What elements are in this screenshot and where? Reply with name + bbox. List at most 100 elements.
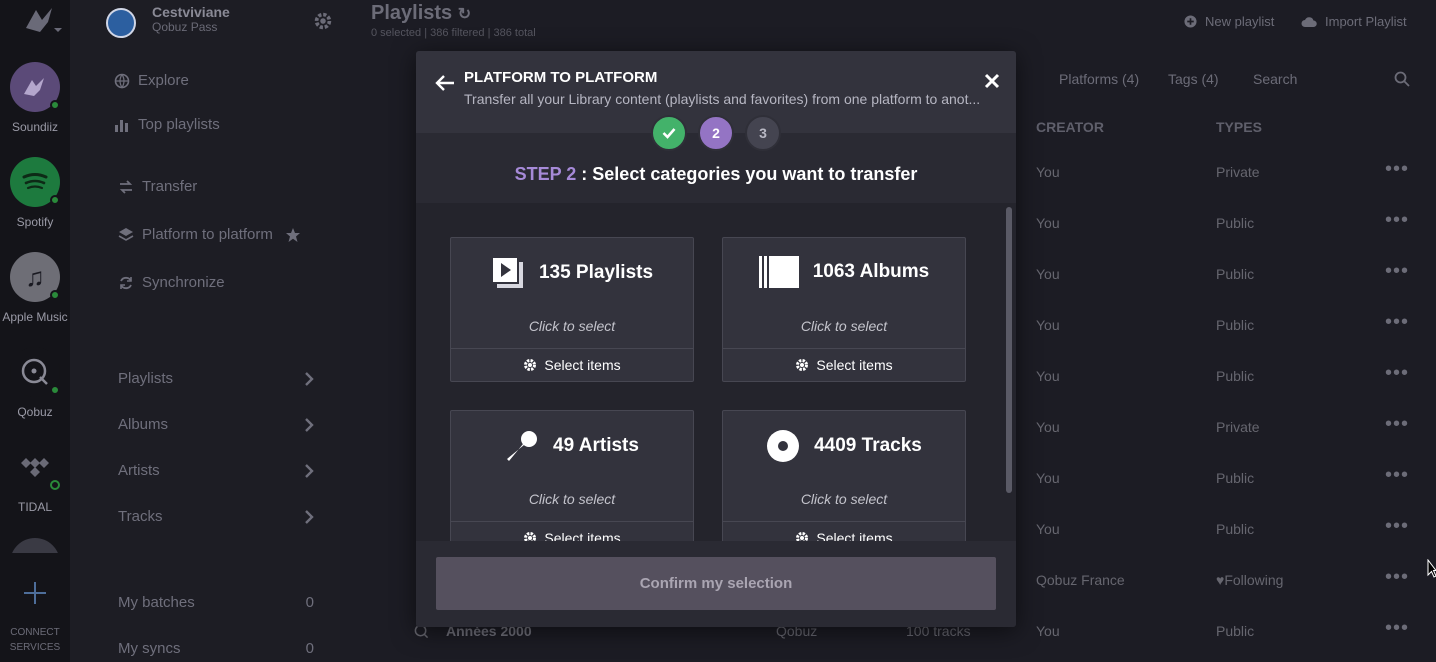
new-playlist-button[interactable]: New playlist <box>1184 14 1274 29</box>
more-options-icon[interactable]: ••• <box>1385 209 1409 232</box>
nav-synchronize[interactable]: Synchronize <box>118 274 225 291</box>
select-items-button[interactable]: Select items <box>451 348 693 381</box>
more-options-icon[interactable]: ••• <box>1385 566 1409 589</box>
nav-explore[interactable]: Explore <box>114 72 189 89</box>
card-hint: Click to select <box>800 491 888 507</box>
more-options-icon[interactable]: ••• <box>1385 362 1409 385</box>
import-playlist-button[interactable]: Import Playlist <box>1301 14 1407 29</box>
select-items-button[interactable]: Select items <box>723 521 965 541</box>
nav-top-playlists[interactable]: Top playlists <box>114 116 220 133</box>
transfer-icon <box>119 179 133 194</box>
nav-platform-to-platform[interactable]: Platform to platform <box>118 226 309 243</box>
category-card-albums[interactable]: 1063 Albums Click to select Select items <box>722 237 966 382</box>
platform-tidal[interactable]: TIDAL <box>0 442 70 514</box>
plus-circle-icon <box>1184 15 1197 28</box>
back-arrow-icon[interactable] <box>434 73 456 93</box>
album-icon <box>758 256 799 288</box>
platform-label: Apple Music <box>2 310 68 324</box>
row-creator: Qobuz France <box>1036 572 1125 588</box>
row-type: Public <box>1216 215 1255 231</box>
row-type: Private <box>1216 164 1260 180</box>
more-options-icon[interactable]: ••• <box>1385 311 1409 334</box>
nav-label: Explore <box>138 72 189 89</box>
soundiiz-logo-icon[interactable] <box>22 6 62 36</box>
more-options-icon[interactable]: ••• <box>1385 260 1409 283</box>
category-card-tracks[interactable]: 4409 Tracks Click to select Select items <box>722 410 966 541</box>
chevron-right-icon <box>305 463 314 478</box>
tidal-icon <box>10 442 60 492</box>
column-header-creator[interactable]: CREATOR <box>1036 119 1104 135</box>
count-badge: 0 <box>305 640 314 657</box>
disc-icon <box>767 430 800 462</box>
connect-services-button[interactable]: CONNECT SERVICES <box>0 580 70 655</box>
column-header-types[interactable]: TYPES <box>1216 119 1262 135</box>
card-title: 49 Artists <box>553 435 639 456</box>
step-2-current: 2 <box>698 115 734 151</box>
confirm-selection-button[interactable]: Confirm my selection <box>436 557 996 610</box>
cloud-upload-icon <box>1301 16 1317 27</box>
card-hint: Click to select <box>800 318 888 334</box>
card-hint: Click to select <box>528 491 616 507</box>
platforms-filter[interactable]: Platforms (4) <box>1059 71 1139 87</box>
sidebar-item-my-syncs[interactable]: My syncs 0 <box>118 640 314 657</box>
more-options-icon[interactable]: ••• <box>1385 617 1409 640</box>
search-input[interactable]: Search <box>1253 71 1297 87</box>
card-select-area[interactable]: 49 Artists Click to select <box>451 411 693 521</box>
user-profile[interactable]: Cestviviane Qobuz Pass <box>106 4 336 44</box>
nav-transfer[interactable]: Transfer <box>118 178 197 195</box>
category-card-playlists[interactable]: 135 Playlists Click to select Select ite… <box>450 237 694 382</box>
platform-spotify[interactable]: Spotify <box>0 157 70 229</box>
gear-icon <box>796 532 809 541</box>
section-label: Artists <box>118 462 160 479</box>
platform-qobuz[interactable]: Qobuz <box>0 347 70 419</box>
microphone-icon <box>507 431 538 461</box>
card-select-area[interactable]: 1063 Albums Click to select <box>723 238 965 348</box>
select-items-button[interactable]: Select items <box>723 348 965 381</box>
apple-music-icon: ♫ <box>10 252 60 302</box>
refresh-icon[interactable]: ↻ <box>458 6 471 23</box>
step-instruction: : Select categories you want to transfer <box>576 164 918 184</box>
card-select-area[interactable]: 135 Playlists Click to select <box>451 238 693 348</box>
step-3-upcoming: 3 <box>745 115 781 151</box>
more-options-icon[interactable]: ••• <box>1385 464 1409 487</box>
close-icon[interactable] <box>984 73 1000 89</box>
sidebar-item-artists[interactable]: Artists <box>118 462 314 479</box>
sidebar-item-tracks[interactable]: Tracks <box>118 508 314 525</box>
table-row[interactable]: Années 2000 Qobuz 100 tracks You Public … <box>340 617 1436 662</box>
search-icon[interactable] <box>1394 71 1410 87</box>
button-label: Select items <box>544 357 621 373</box>
spotify-icon <box>10 157 60 207</box>
row-type: ♥Following <box>1216 572 1284 588</box>
platform-label: Qobuz <box>17 405 53 419</box>
row-creator: You <box>1036 419 1060 435</box>
more-options-icon[interactable]: ••• <box>1385 515 1409 538</box>
nav-label: Top playlists <box>138 116 220 133</box>
mouse-cursor-icon <box>1427 559 1436 578</box>
nav-label: Synchronize <box>142 274 225 291</box>
sidebar: Cestviviane Qobuz Pass Explore Top playl… <box>70 0 340 662</box>
more-options-icon[interactable]: ••• <box>1385 158 1409 181</box>
nav-label: Platform to platform <box>142 226 273 243</box>
scrollbar[interactable] <box>1006 207 1012 493</box>
platform-apple-music[interactable]: ♫ Apple Music <box>0 252 70 324</box>
sidebar-item-playlists[interactable]: Playlists <box>118 370 314 387</box>
category-card-artists[interactable]: 49 Artists Click to select Select items <box>450 410 694 541</box>
platform-soundiiz[interactable]: Soundiiz <box>0 62 70 134</box>
gear-icon <box>524 532 537 541</box>
category-list: 135 Playlists Click to select Select ite… <box>416 203 1016 541</box>
card-title: 4409 Tracks <box>814 435 922 456</box>
select-items-button[interactable]: Select items <box>451 521 693 541</box>
row-creator: You <box>1036 470 1060 486</box>
step-1-complete[interactable] <box>651 115 687 151</box>
user-plan: Qobuz Pass <box>152 20 218 34</box>
sidebar-item-albums[interactable]: Albums <box>118 416 314 433</box>
tags-filter[interactable]: Tags (4) <box>1168 71 1219 87</box>
star-icon[interactable] <box>285 227 301 243</box>
card-select-area[interactable]: 4409 Tracks Click to select <box>723 411 965 521</box>
section-label: Playlists <box>118 370 174 387</box>
sidebar-item-my-batches[interactable]: My batches 0 <box>118 594 314 611</box>
avatar <box>106 8 136 38</box>
settings-gear-icon[interactable] <box>312 10 334 32</box>
section-label: My syncs <box>118 640 181 657</box>
more-options-icon[interactable]: ••• <box>1385 413 1409 436</box>
